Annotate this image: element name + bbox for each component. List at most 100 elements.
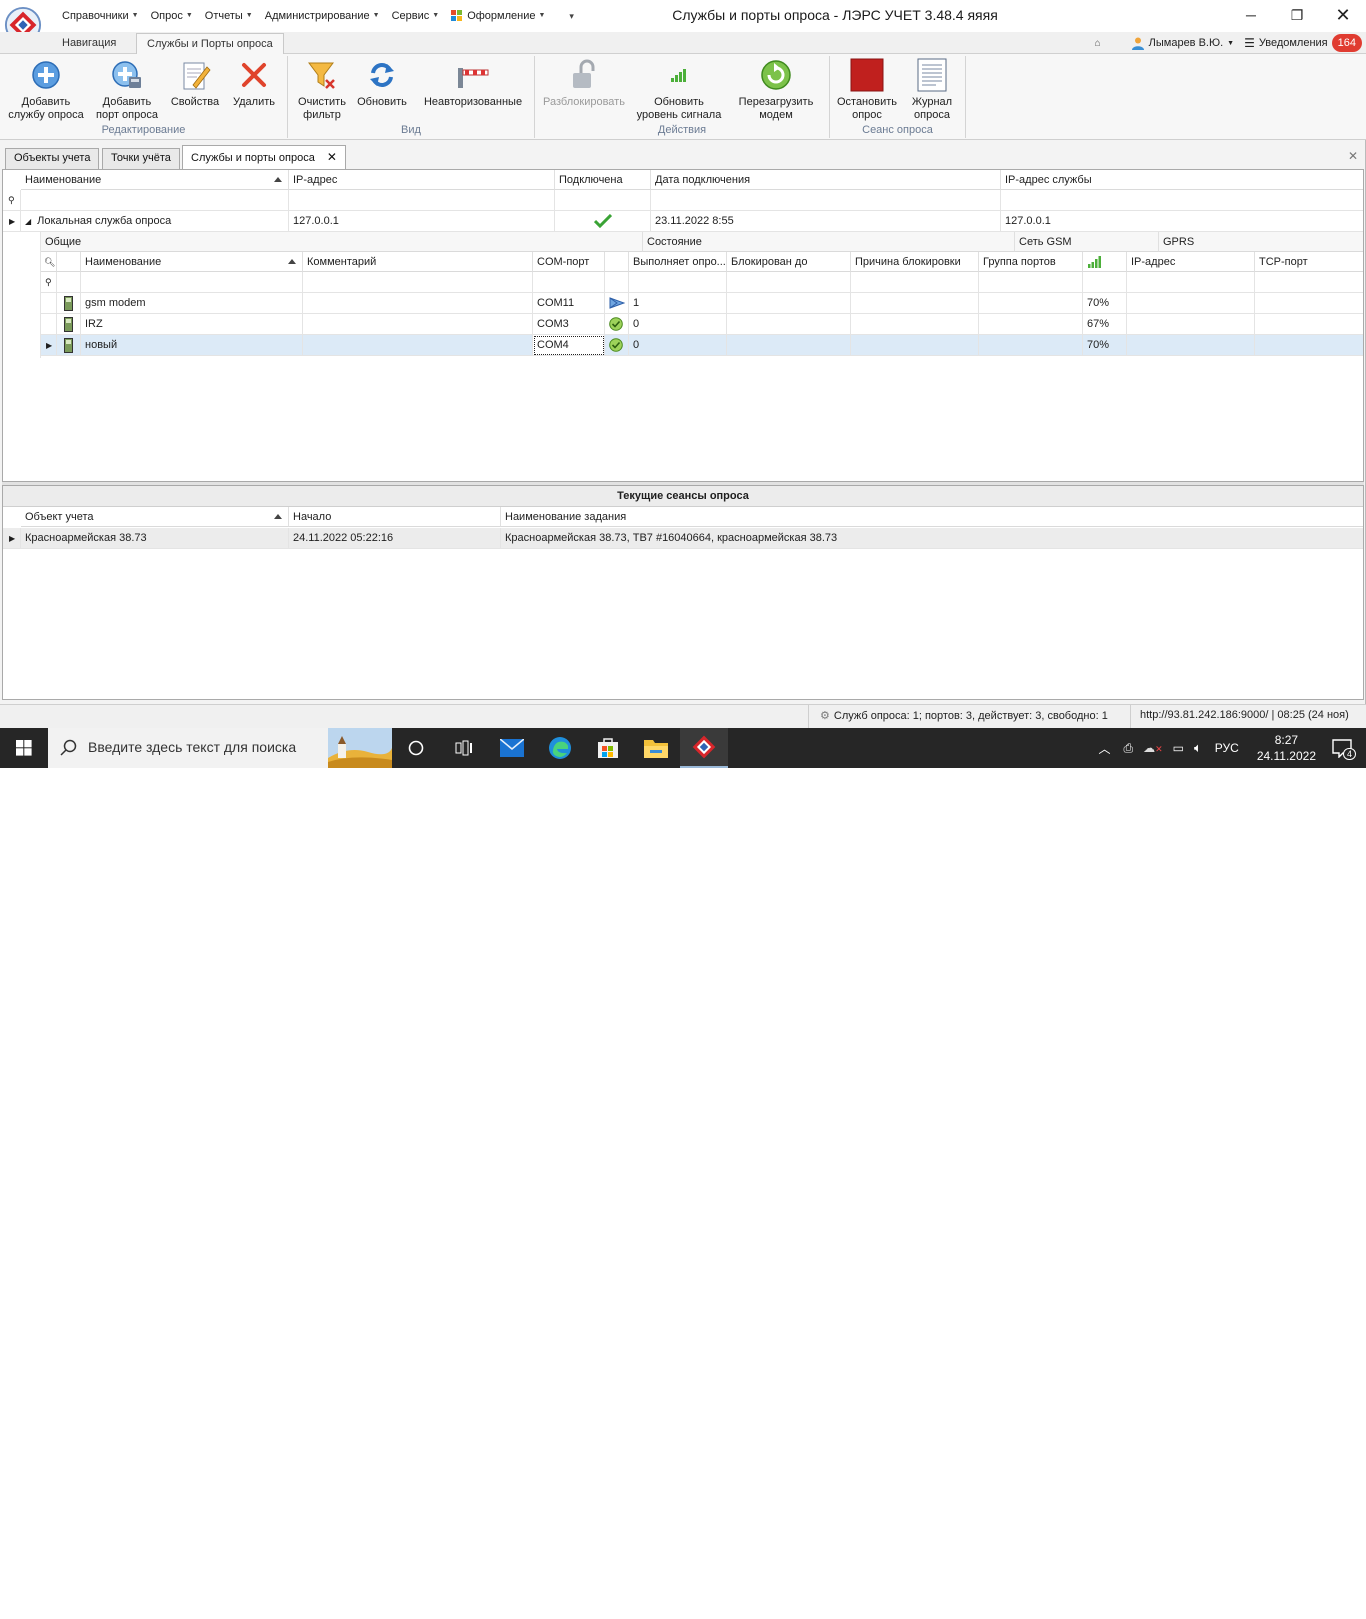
filter-cell[interactable] [651, 190, 1001, 211]
search-icon[interactable]: 🔍︎ [41, 252, 57, 272]
sub-header-group[interactable]: Группа портов [979, 252, 1083, 272]
add-service-button[interactable]: Добавить службу опроса [6, 58, 86, 122]
quick-access-customize[interactable]: ▾ [551, 8, 580, 24]
sub-header-signal[interactable] [1083, 252, 1127, 272]
clear-filter-button[interactable]: Очистить фильтр [292, 58, 352, 122]
filter-cell[interactable] [555, 190, 651, 211]
tab-navigation[interactable]: Навигация [52, 33, 126, 54]
sub-header-polling[interactable]: Выполняет опро... [629, 252, 727, 272]
main-menu: Справочники ▼ Опрос ▼ Отчеты ▼ Администриро… [56, 8, 580, 24]
taskbar-explorer[interactable] [632, 728, 680, 768]
onedrive-icon[interactable]: ☁✕ [1143, 741, 1163, 755]
menu-reports[interactable]: Отчеты ▼ [199, 8, 259, 24]
sessions-title: Текущие сеансы опроса [3, 486, 1363, 507]
stop-poll-button[interactable]: Остановить опрос [834, 58, 900, 122]
taskbar-clock[interactable]: 8:27 24.11.2022 [1257, 732, 1316, 764]
col-header-name[interactable]: Наименование [21, 170, 289, 190]
sub-header-com[interactable]: COM-порт [533, 252, 605, 272]
reboot-modem-button[interactable]: Перезагрузить модем [729, 58, 823, 122]
notifications-button[interactable]: ☰ Уведомления 164 [1244, 34, 1362, 52]
sub-header-blocked[interactable]: Блокирован до [727, 252, 851, 272]
filter-pin-icon[interactable]: ⚲ [41, 272, 57, 293]
sess-header-object[interactable]: Объект учета [21, 507, 289, 527]
filter-cell[interactable] [81, 272, 303, 293]
sub-header-comment[interactable]: Комментарий [303, 252, 533, 272]
menu-references[interactable]: Справочники ▼ [56, 8, 145, 24]
unlock-button[interactable]: Разблокировать [541, 58, 627, 109]
filter-cell[interactable] [629, 272, 727, 293]
status-divider [808, 705, 809, 729]
unauthorized-button[interactable]: Неавторизованные [418, 58, 528, 109]
taskbar-search-box[interactable]: Введите здесь текст для поиска [48, 728, 392, 768]
expand-icon[interactable]: ◢ [25, 217, 31, 226]
language-indicator[interactable]: РУС [1215, 741, 1239, 755]
battery-icon[interactable]: ▭ [1173, 741, 1184, 755]
sub-header-name[interactable]: Наименование [81, 252, 303, 272]
start-button[interactable] [0, 728, 48, 768]
taskbar-lers-app[interactable] [680, 728, 728, 768]
filter-cell[interactable] [289, 190, 555, 211]
filter-cell[interactable] [979, 272, 1083, 293]
filter-cell[interactable] [1255, 272, 1363, 293]
minimize-button[interactable]: ─ [1228, 0, 1274, 30]
add-port-button[interactable]: Добавить порт опроса [88, 58, 166, 122]
customize-arrow-icon: ▾ [569, 11, 574, 21]
filter-cell[interactable] [57, 272, 81, 293]
task-view-cortana[interactable] [392, 728, 440, 768]
filter-cell[interactable] [1083, 272, 1127, 293]
filter-cell[interactable] [533, 272, 605, 293]
poll-log-button[interactable]: Журнал опроса [902, 58, 962, 122]
filter-cell[interactable] [1001, 190, 1363, 211]
filter-cell[interactable] [1127, 272, 1255, 293]
collapse-ribbon-icon[interactable]: ⌂ [1095, 38, 1101, 49]
show-hidden-icons[interactable]: ︿ [1098, 740, 1110, 757]
user-menu[interactable]: Лымарев В.Ю. ▼ [1131, 36, 1234, 50]
filter-pin-icon[interactable]: ⚲ [3, 190, 21, 211]
col-header-icon [57, 252, 81, 272]
col-header-date[interactable]: Дата подключения [651, 170, 1001, 190]
properties-button[interactable]: Свойства [166, 58, 224, 109]
sess-header-start[interactable]: Начало [289, 507, 501, 527]
volume-icon[interactable]: 🔈︎ [1194, 740, 1202, 756]
taskbar-store[interactable] [584, 728, 632, 768]
ok-status-icon [605, 335, 629, 356]
col-header-service-ip[interactable]: IP-адрес службы [1001, 170, 1363, 190]
tab-services-ports[interactable]: Службы и Порты опроса [136, 33, 284, 54]
doc-tab-objects[interactable]: Объекты учета [5, 148, 100, 169]
port-com-focused[interactable]: COM4 [533, 335, 605, 356]
filter-cell[interactable] [303, 272, 533, 293]
menu-service[interactable]: Сервис ▼ [386, 8, 446, 24]
filter-cell[interactable] [21, 190, 289, 211]
task-view-button[interactable] [440, 728, 488, 768]
close-all-icon[interactable]: ✕ [1348, 149, 1358, 163]
doc-tab-points[interactable]: Точки учёта [102, 148, 180, 169]
close-button[interactable]: ✕ [1320, 0, 1366, 30]
sub-header-ip[interactable]: IP-адрес [1127, 252, 1255, 272]
action-center-button[interactable]: 4 [1332, 738, 1356, 760]
menu-appearance[interactable]: Оформление ▼ [445, 8, 551, 24]
taskbar-edge[interactable] [536, 728, 584, 768]
menu-admin[interactable]: Администрирование ▼ [259, 8, 386, 24]
service-name-cell[interactable]: ◢ Локальная служба опроса [21, 211, 289, 232]
col-header-connected[interactable]: Подключена [555, 170, 651, 190]
delete-button[interactable]: Удалить [226, 58, 282, 109]
filter-cell[interactable] [605, 272, 629, 293]
restore-button[interactable]: ❐ [1274, 0, 1320, 30]
title-bar: Справочники ▼ Опрос ▼ Отчеты ▼ Администриро… [0, 0, 1366, 44]
sub-header-status[interactable] [605, 252, 629, 272]
meet-now-icon[interactable]: ⎙ [1123, 741, 1133, 756]
menu-poll[interactable]: Опрос ▼ [145, 8, 199, 24]
refresh-button[interactable]: Обновить [354, 58, 410, 109]
doc-tab-services[interactable]: Службы и порты опроса ✕ [182, 145, 346, 169]
close-tab-icon[interactable]: ✕ [327, 150, 337, 164]
filter-cell[interactable] [727, 272, 851, 293]
sub-header-reason[interactable]: Причина блокировки [851, 252, 979, 272]
taskbar-mail[interactable] [488, 728, 536, 768]
col-header-ip[interactable]: IP-адрес [289, 170, 555, 190]
sub-header-tcp[interactable]: TCP-порт [1255, 252, 1363, 272]
filter-cell[interactable] [851, 272, 979, 293]
update-signal-button[interactable]: Обновить уровень сигнала [633, 58, 725, 122]
app-window: Справочники ▼ Опрос ▼ Отчеты ▼ Администриро… [0, 0, 1366, 768]
sess-header-task[interactable]: Наименование задания [501, 507, 1363, 527]
table-row[interactable]: ▶ Красноармейская 38.73 24.11.2022 05:22… [3, 528, 1363, 549]
